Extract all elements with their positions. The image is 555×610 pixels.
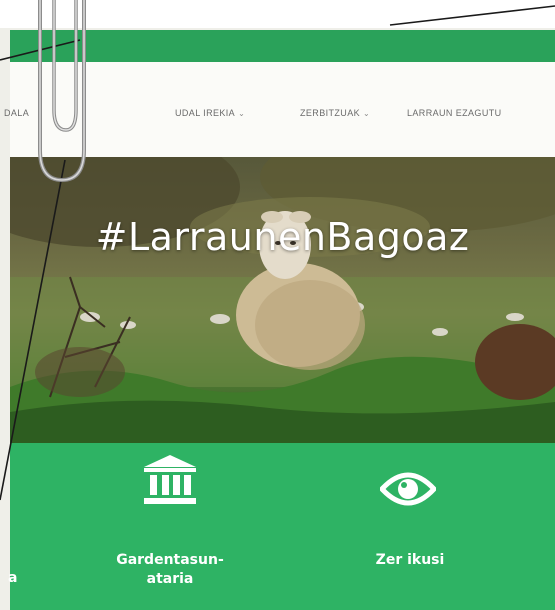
chevron-down-icon: ⌄ <box>363 109 371 118</box>
feature-label: Gardentasun- ataria <box>100 551 240 589</box>
site-logo-fragment[interactable]: DALA <box>4 108 29 118</box>
nav-item-udal-irekia[interactable]: UDAL IREKIA ⌄ <box>175 108 245 118</box>
feature-label-line-2: ataria <box>146 571 194 587</box>
website-page: DALA UDAL IREKIA ⌄ ZERBITZUAK ⌄ LARRAUN EZ… <box>0 0 555 610</box>
feature-label: Zer ikusi <box>375 552 445 568</box>
feature-label-fragment[interactable]: a <box>8 569 17 588</box>
eye-icon <box>380 472 436 506</box>
hero-photo <box>10 157 555 443</box>
hero-banner: #LarraunenBagoaz <box>10 157 555 443</box>
nav-item-zerbitzuak[interactable]: ZERBITZUAK ⌄ <box>300 108 370 118</box>
feature-band: a Gardentasun- ataria Zer ikusi <box>8 443 555 610</box>
chevron-down-icon: ⌄ <box>238 109 246 118</box>
main-navigation: DALA UDAL IREKIA ⌄ ZERBITZUAK ⌄ LARRAUN EZ… <box>4 62 555 157</box>
feature-label-line-1: Gardentasun- <box>116 552 224 568</box>
nav-item-larraun-ezagutu[interactable]: LARRAUN EZAGUTU <box>407 108 502 118</box>
feature-what-to-see[interactable]: Zer ikusi <box>350 443 470 610</box>
building-columns-icon <box>144 455 196 504</box>
nav-item-label: ZERBITZUAK <box>300 108 361 118</box>
page-top-margin <box>0 0 555 28</box>
hero-title: #LarraunenBagoaz <box>95 215 470 259</box>
feature-transparency-portal[interactable]: Gardentasun- ataria <box>100 443 240 610</box>
nav-item-label: UDAL IREKIA <box>175 108 236 118</box>
top-green-bar <box>10 30 555 62</box>
